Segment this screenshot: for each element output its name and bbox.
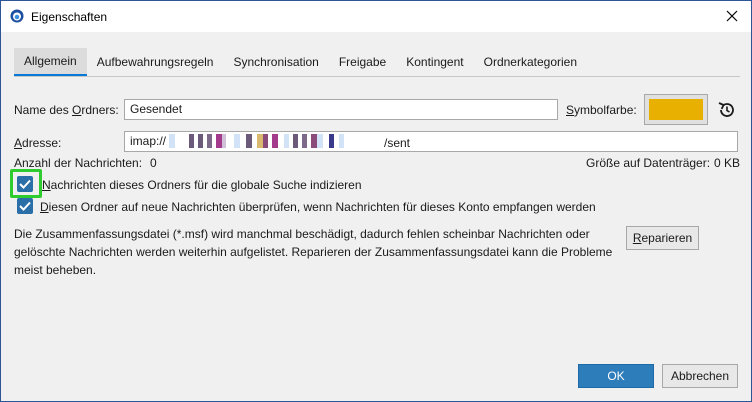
redacted-address <box>169 134 344 148</box>
address-suffix: /sent <box>384 136 411 150</box>
properties-dialog: Eigenschaften Allgemein Aufbewahrungsreg… <box>0 0 752 402</box>
checkmark-icon <box>19 201 31 211</box>
window-title: Eigenschaften <box>31 10 108 24</box>
folder-name-input[interactable]: Gesendet <box>124 99 558 120</box>
thunderbird-app-icon <box>10 9 24 23</box>
symbol-color-label: Symbolfarbe: <box>566 103 637 117</box>
title-bar: Eigenschaften <box>1 1 751 32</box>
tab-aufbewahrungsregeln[interactable]: Aufbewahrungsregeln <box>87 48 224 76</box>
symbol-color-picker[interactable] <box>644 94 708 125</box>
message-count-value: 0 <box>150 156 157 170</box>
disk-size-value: 0 KB <box>714 156 741 170</box>
tab-freigabe[interactable]: Freigabe <box>329 48 396 76</box>
tab-divider <box>14 76 740 77</box>
index-search-checkbox[interactable] <box>17 176 33 192</box>
address-prefix: imap:// <box>130 134 167 148</box>
address-label: Adresse: <box>14 136 62 150</box>
check-new-messages-label: Diesen Ordner auf neue Nachrichten überp… <box>40 200 596 214</box>
index-search-label: Nachrichten dieses Ordners für die globa… <box>42 178 362 192</box>
close-icon <box>726 10 738 22</box>
repair-description: Die Zusammenfassungsdatei (*.msf) wird m… <box>14 227 613 277</box>
tab-bar: Allgemein Aufbewahrungsregeln Synchronis… <box>14 48 587 76</box>
tab-ordnerkategorien[interactable]: Ordnerkategorien <box>474 48 587 76</box>
ok-button[interactable]: OK <box>578 364 654 388</box>
color-swatch <box>649 99 703 120</box>
check-new-messages-checkbox[interactable] <box>17 198 33 214</box>
disk-size-label: Größe auf Datenträger: <box>586 156 711 170</box>
reset-color-icon[interactable] <box>716 99 738 121</box>
cancel-button[interactable]: Abbrechen <box>662 364 738 388</box>
repair-button[interactable]: Reparieren <box>626 226 699 250</box>
folder-name-label: Name des Ordners: <box>14 103 119 117</box>
tab-allgemein[interactable]: Allgemein <box>14 48 87 76</box>
tab-kontingent[interactable]: Kontingent <box>396 48 473 76</box>
tab-synchronisation[interactable]: Synchronisation <box>223 48 328 76</box>
close-button[interactable] <box>723 7 741 25</box>
checkmark-icon <box>19 179 31 189</box>
message-count-label: Anzahl der Nachrichten: <box>14 156 143 170</box>
